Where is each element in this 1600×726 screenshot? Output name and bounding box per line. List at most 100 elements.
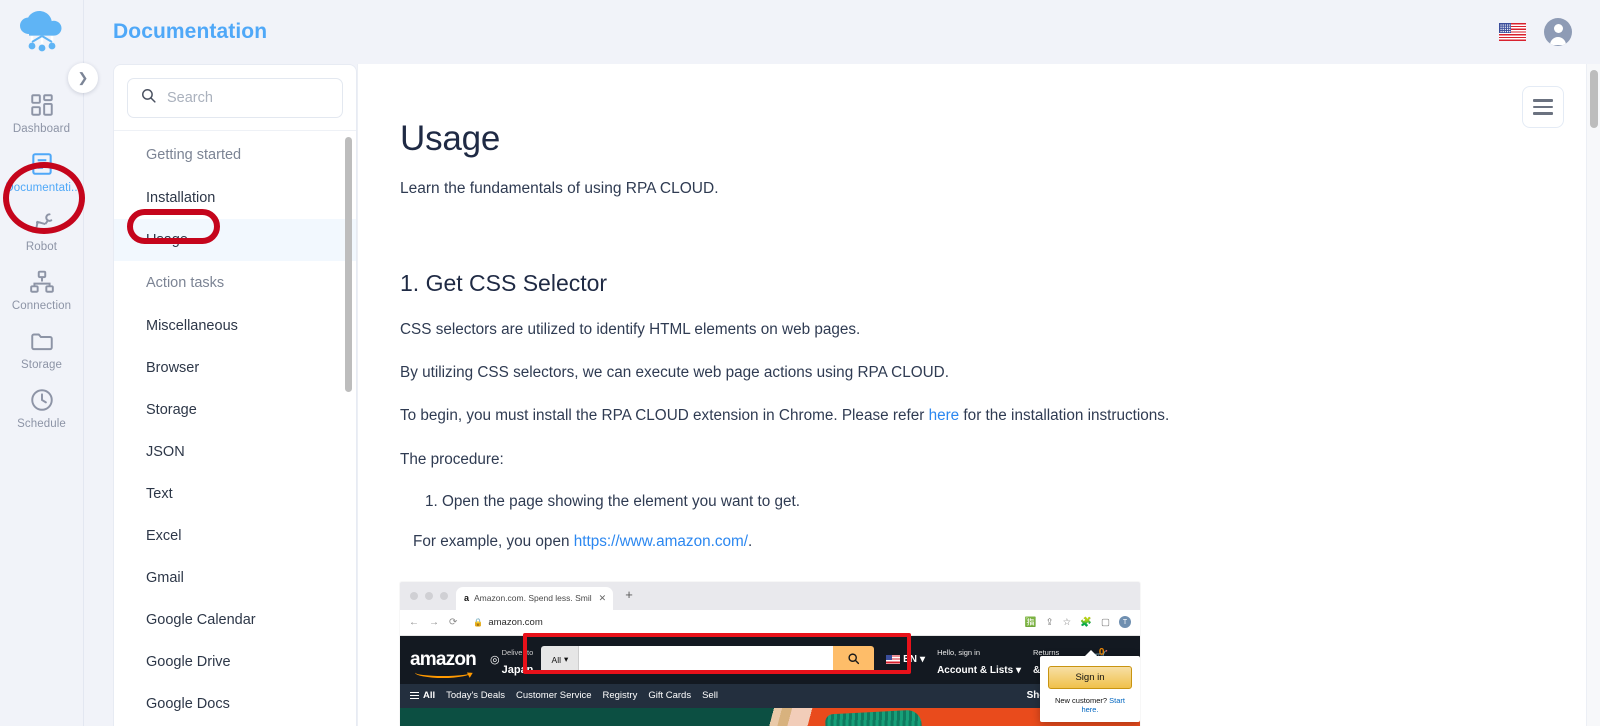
search-container — [114, 65, 356, 131]
url-field[interactable]: 🔒 amazon.com — [473, 617, 542, 628]
bookmark-star-icon[interactable]: ☆ — [1063, 617, 1072, 628]
url-text: amazon.com — [488, 616, 543, 628]
browser-nav-buttons[interactable]: ← → ⟳ — [409, 617, 457, 628]
browser-tab[interactable]: a Amazon.com. Spend less. Smil ✕ — [456, 586, 614, 610]
search-input[interactable] — [167, 90, 330, 106]
us-flag-icon[interactable] — [1499, 23, 1526, 41]
sidebar-item-dashboard[interactable]: Dashboard — [0, 83, 84, 142]
primary-sidebar: Dashboard Documentati.. Robot Connection… — [0, 0, 84, 726]
amazon-search-row: All ▾ — [541, 646, 875, 674]
arrow-left-icon[interactable]: ← — [409, 617, 419, 628]
amazon-subnav: All Today's Deals Customer Service Regis… — [400, 683, 1140, 708]
doc-paragraph-3-after: for the installation instructions. — [959, 407, 1170, 425]
search-box[interactable] — [127, 78, 343, 118]
nav-item-storage[interactable]: Storage — [114, 389, 356, 431]
window-controls[interactable] — [410, 591, 448, 600]
nav-item-text[interactable]: Text — [114, 473, 356, 515]
doc-nav-scroll-thumb[interactable] — [345, 137, 352, 392]
browser-profile-avatar[interactable]: T — [1119, 616, 1131, 629]
doc-title: Usage — [400, 119, 501, 158]
nav-item-gift-cards[interactable]: Gift Cards — [648, 690, 691, 701]
signin-button[interactable]: Sign in — [1048, 665, 1132, 689]
nav-item-usage[interactable]: Usage — [114, 219, 356, 261]
amazon-url-link[interactable]: https://www.amazon.com/ — [574, 533, 748, 550]
list-item: Open the page showing the element you wa… — [442, 491, 1526, 512]
deliver-to-selector[interactable]: ◎ Deliver to Japan — [490, 642, 533, 678]
document-icon — [29, 151, 55, 177]
sidebar-item-label: Robot — [25, 241, 58, 253]
here-link[interactable]: here — [929, 407, 960, 424]
amazon-account-menu[interactable]: Hello, sign in Account & Lists ▾ — [937, 642, 1021, 678]
nav-item-sell[interactable]: Sell — [702, 690, 718, 701]
chevron-right-icon: ❯ — [77, 70, 89, 85]
browser-toolbar-icons: 🈯 ⇪ ☆ 🧩 ▢ T — [1025, 616, 1131, 629]
amazon-logo[interactable]: amazon — [410, 650, 484, 679]
amazon-language-selector[interactable]: EN ▾ — [886, 654, 925, 665]
embedded-screenshot-amazon: a Amazon.com. Spend less. Smil ✕ + ← → ⟳… — [400, 581, 1140, 726]
reload-icon[interactable]: ⟳ — [449, 617, 457, 628]
main-scroll-thumb[interactable] — [1590, 70, 1598, 128]
account-line1: Hello, sign in — [937, 647, 981, 657]
deliver-to-country: Japan — [501, 663, 534, 676]
nav-item-excel[interactable]: Excel — [114, 515, 356, 557]
doc-paragraph-1: CSS selectors are utilized to identify H… — [400, 320, 861, 338]
amazon-search-button[interactable] — [833, 646, 875, 674]
sitemap-icon — [29, 269, 55, 295]
nav-item-miscellaneous[interactable]: Miscellaneous — [114, 305, 356, 347]
category-label: All — [551, 654, 561, 665]
amazon-header: amazon ◎ Deliver to Japan All ▾ EN ▾ Hel… — [400, 635, 1140, 684]
sidebar-item-label: Dashboard — [12, 123, 71, 135]
doc-paragraph-3-before: To begin, you must install the RPA CLOUD… — [400, 407, 929, 425]
hamburger-menu-icon — [410, 691, 419, 700]
translate-icon[interactable]: 🈯 — [1025, 617, 1037, 628]
nav-item-installation[interactable]: Installation — [114, 177, 356, 219]
doc-paragraph-3: To begin, you must install the RPA CLOUD… — [400, 405, 1526, 426]
doc-content: Usage Learn the fundamentals of using RP… — [358, 64, 1586, 726]
sidebar-item-connection[interactable]: Connection — [0, 260, 84, 319]
nav-item-google-drive[interactable]: Google Drive — [114, 641, 356, 683]
header-actions — [1499, 18, 1572, 46]
arrow-right-icon[interactable]: → — [429, 617, 439, 628]
hero-text-panel: ❮ Get a jump on joy Shop holiday gifts — [400, 707, 768, 726]
main-scrollbar[interactable] — [1586, 64, 1600, 726]
nav-item-google-docs[interactable]: Google Docs — [114, 683, 356, 725]
example-after: . — [748, 532, 753, 550]
folder-icon — [29, 328, 55, 354]
right-pane: Documentation Search Getting started Ins… — [84, 0, 1600, 726]
sidebar-item-schedule[interactable]: Schedule — [0, 378, 84, 437]
lock-icon: 🔒 — [473, 617, 484, 627]
amazon-category-dropdown[interactable]: All ▾ — [541, 646, 580, 674]
doc-nav-scrollbar[interactable] — [345, 137, 352, 726]
hamburger-menu-icon[interactable] — [1522, 86, 1564, 128]
sidebar-item-robot[interactable]: Robot — [0, 201, 84, 260]
cloud-network-logo[interactable] — [13, 10, 71, 61]
robot-arm-icon — [29, 210, 55, 236]
sidebar-item-documentation[interactable]: Documentati.. — [0, 142, 84, 201]
nav-item-browser[interactable]: Browser — [114, 347, 356, 389]
nav-item-google-calendar[interactable]: Google Calendar — [114, 599, 356, 641]
amazon-search-input[interactable] — [579, 646, 834, 674]
user-avatar-icon[interactable] — [1544, 18, 1572, 46]
share-icon[interactable]: ⇪ — [1046, 617, 1054, 628]
close-icon[interactable]: ✕ — [599, 593, 607, 604]
example-before: For example, you open — [413, 532, 574, 550]
sidebar-icon[interactable]: ▢ — [1101, 617, 1110, 628]
nav-item-customer-service[interactable]: Customer Service — [516, 690, 592, 701]
doc-heading-1: 1. Get CSS Selector — [400, 269, 608, 296]
app-root: Dashboard Documentati.. Robot Connection… — [0, 0, 1600, 726]
sidebar-item-storage[interactable]: Storage — [0, 319, 84, 378]
nav-item-todays-deals[interactable]: Today's Deals — [446, 690, 505, 701]
nav-item-registry[interactable]: Registry — [602, 690, 637, 701]
browser-tab-title: Amazon.com. Spend less. Smil — [474, 593, 592, 604]
doc-paragraph-2: By utilizing CSS selectors, we can execu… — [400, 363, 949, 381]
nav-item-gmail[interactable]: Gmail — [114, 557, 356, 599]
dashboard-grid-icon — [29, 92, 55, 118]
amazon-smile-icon — [415, 667, 471, 679]
extensions-puzzle-icon[interactable]: 🧩 — [1080, 617, 1092, 628]
amazon-all-menu-button[interactable]: All — [410, 690, 435, 701]
nav-item-json[interactable]: JSON — [114, 431, 356, 473]
sidebar-expand-button[interactable]: ❯ — [68, 63, 98, 93]
doc-paragraph-4: The procedure: — [400, 450, 504, 468]
plus-icon[interactable]: + — [625, 587, 633, 604]
main-wrap: Usage Learn the fundamentals of using RP… — [357, 64, 1600, 726]
